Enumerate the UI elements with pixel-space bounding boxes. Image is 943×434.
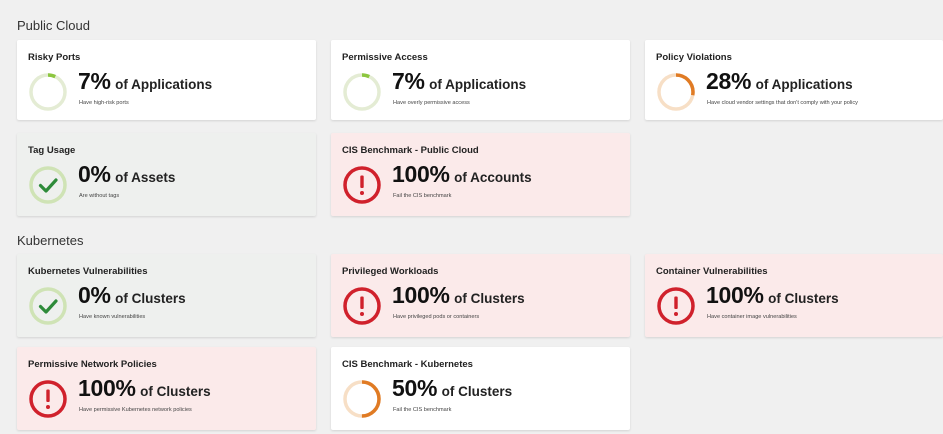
- card-title: Privileged Workloads: [342, 266, 439, 277]
- progress-ring-icon: [27, 71, 69, 113]
- metric-percent: 7%: [78, 68, 111, 94]
- metric: 100% of Clusters: [392, 284, 525, 307]
- card-title: Permissive Access: [342, 52, 428, 63]
- card-cis-kubernetes[interactable]: CIS Benchmark - Kubernetes 50% of Cluste…: [331, 347, 630, 430]
- card-kubernetes-vulnerabilities[interactable]: Kubernetes Vulnerabilities 0% of Cluster…: [17, 254, 316, 337]
- metric-percent: 0%: [78, 282, 111, 308]
- metric-unit: of Clusters: [115, 291, 186, 306]
- card-subtitle: Have permissive Kubernetes network polic…: [79, 407, 192, 413]
- card-risky-ports[interactable]: Risky Ports 7% of Applications Have high…: [17, 40, 316, 120]
- card-subtitle: Fail the CIS benchmark: [393, 407, 452, 413]
- alert-icon: [341, 285, 383, 327]
- progress-ring-icon: [655, 71, 697, 113]
- checkmark-icon: [27, 164, 69, 206]
- alert-icon: [655, 285, 697, 327]
- metric-percent: 7%: [392, 68, 425, 94]
- card-policy-violations[interactable]: Policy Violations 28% of Applications Ha…: [645, 40, 943, 120]
- card-subtitle: Have overly permissive access: [393, 100, 470, 106]
- progress-ring-icon: [341, 71, 383, 113]
- checkmark-icon: [27, 285, 69, 327]
- metric-unit: of Clusters: [454, 291, 525, 306]
- progress-ring-icon: [341, 378, 383, 420]
- card-subtitle: Have high-risk ports: [79, 100, 129, 106]
- metric-percent: 28%: [706, 68, 752, 94]
- card-tag-usage[interactable]: Tag Usage 0% of Assets Are without tags: [17, 133, 316, 216]
- metric-percent: 100%: [706, 282, 764, 308]
- section-title-kubernetes: Kubernetes: [17, 233, 84, 248]
- metric-unit: of Applications: [755, 77, 853, 92]
- metric: 0% of Clusters: [78, 284, 186, 307]
- card-subtitle: Have known vulnerabilities: [79, 314, 146, 320]
- metric: 100% of Accounts: [392, 163, 532, 186]
- alert-icon: [341, 164, 383, 206]
- metric-unit: of Assets: [115, 170, 176, 185]
- alert-icon: [27, 378, 69, 420]
- metric-unit: of Applications: [429, 77, 527, 92]
- card-container-vulnerabilities[interactable]: Container Vulnerabilities 100% of Cluste…: [645, 254, 943, 337]
- card-title: CIS Benchmark - Kubernetes: [342, 359, 473, 370]
- metric-unit: of Clusters: [140, 384, 211, 399]
- card-subtitle: Have privileged pods or containers: [393, 314, 480, 320]
- metric-percent: 0%: [78, 161, 111, 187]
- card-title: Policy Violations: [656, 52, 732, 63]
- card-title: Permissive Network Policies: [28, 359, 157, 370]
- card-permissive-network-policies[interactable]: Permissive Network Policies 100% of Clus…: [17, 347, 316, 430]
- metric: 100% of Clusters: [78, 377, 211, 400]
- metric-percent: 50%: [392, 375, 438, 401]
- metric: 0% of Assets: [78, 163, 175, 186]
- metric-unit: of Applications: [115, 77, 213, 92]
- card-title: Container Vulnerabilities: [656, 266, 768, 277]
- card-title: Tag Usage: [28, 145, 76, 156]
- card-title: Kubernetes Vulnerabilities: [28, 266, 148, 277]
- metric: 28% of Applications: [706, 70, 853, 93]
- metric: 7% of Applications: [392, 70, 526, 93]
- section-title-public-cloud: Public Cloud: [17, 18, 90, 33]
- card-cis-public-cloud[interactable]: CIS Benchmark - Public Cloud 100% of Acc…: [331, 133, 630, 216]
- card-permissive-access[interactable]: Permissive Access 7% of Applications Hav…: [331, 40, 630, 120]
- card-privileged-workloads[interactable]: Privileged Workloads 100% of Clusters Ha…: [331, 254, 630, 337]
- card-subtitle: Have container image vulnerabilities: [707, 314, 797, 320]
- metric-unit: of Clusters: [768, 291, 839, 306]
- card-title: CIS Benchmark - Public Cloud: [342, 145, 479, 156]
- metric: 100% of Clusters: [706, 284, 839, 307]
- card-subtitle: Have cloud vendor settings that don't co…: [707, 100, 858, 106]
- metric: 7% of Applications: [78, 70, 212, 93]
- metric-unit: of Accounts: [454, 170, 532, 185]
- card-title: Risky Ports: [28, 52, 81, 63]
- metric: 50% of Clusters: [392, 377, 512, 400]
- metric-unit: of Clusters: [441, 384, 513, 399]
- metric-percent: 100%: [392, 161, 450, 187]
- metric-percent: 100%: [392, 282, 450, 308]
- card-subtitle: Fail the CIS benchmark: [393, 193, 452, 199]
- metric-percent: 100%: [78, 375, 136, 401]
- card-subtitle: Are without tags: [79, 193, 120, 199]
